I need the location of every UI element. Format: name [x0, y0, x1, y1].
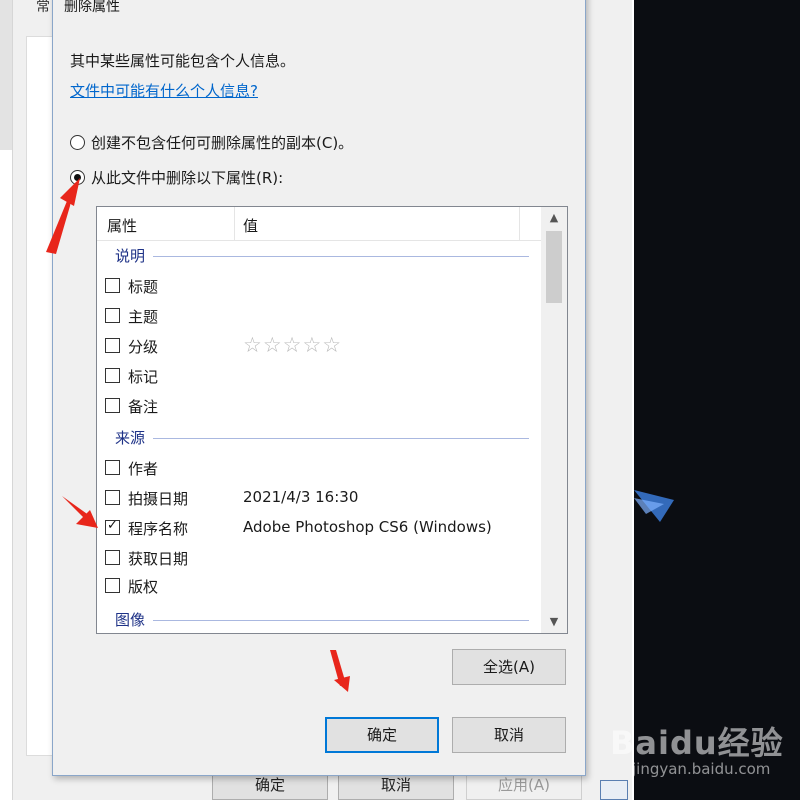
checkbox[interactable]	[105, 578, 120, 593]
property-row-subject[interactable]: 主题	[97, 303, 541, 329]
property-row-date-taken[interactable]: 拍摄日期 2021/4/3 16:30	[97, 485, 541, 511]
group-header-origin: 来源	[97, 427, 541, 449]
ok-button[interactable]: 确定	[325, 717, 439, 753]
list-header: 属性 值	[97, 207, 541, 241]
cancel-button[interactable]: 取消	[452, 717, 566, 753]
radio-remove-properties[interactable]: 从此文件中删除以下属性(R):	[70, 167, 283, 188]
annotation-arrow-radio	[46, 178, 80, 254]
checkbox[interactable]	[105, 278, 120, 293]
property-row-title[interactable]: 标题	[97, 273, 541, 299]
dialog-title: 删除属性	[64, 0, 120, 15]
checkbox[interactable]	[105, 338, 120, 353]
group-divider-line	[153, 438, 529, 439]
rating-stars-icon: ☆☆☆☆☆	[243, 333, 343, 357]
checkbox[interactable]	[105, 490, 120, 505]
property-row-date-acquired[interactable]: 获取日期	[97, 545, 541, 571]
property-name: 获取日期	[128, 550, 189, 568]
annotation-arrow-ok	[330, 650, 350, 692]
personal-info-help-link[interactable]: 文件中可能有什么个人信息?	[70, 80, 258, 101]
checkbox[interactable]	[105, 550, 120, 565]
property-row-tags[interactable]: 标记	[97, 363, 541, 389]
properties-list[interactable]: 属性 值 说明 标题 主题 分级 ☆☆☆☆☆ 标记 备注 来源 作者 拍摄日期	[96, 206, 568, 634]
radio-button-circle[interactable]	[70, 135, 85, 150]
background-panel	[0, 0, 12, 150]
select-all-button[interactable]: 全选(A)	[452, 649, 566, 685]
checkbox-checked[interactable]	[105, 518, 120, 535]
property-name: 主题	[128, 308, 159, 326]
desktop-background	[634, 0, 800, 800]
property-row-author[interactable]: 作者	[97, 455, 541, 481]
property-name: 标记	[128, 368, 159, 386]
scrollbar-thumb[interactable]	[546, 231, 562, 303]
column-divider[interactable]	[519, 207, 520, 241]
property-name: 标题	[128, 278, 159, 296]
checkbox[interactable]	[105, 308, 120, 323]
radio-create-copy[interactable]: 创建不包含任何可删除属性的副本(C)。	[70, 132, 353, 153]
column-header-value[interactable]: 值	[243, 215, 258, 236]
property-name: 拍摄日期	[128, 490, 189, 508]
property-row-copyright[interactable]: 版权	[97, 573, 541, 599]
group-label: 说明	[115, 247, 146, 265]
property-row-rating[interactable]: 分级 ☆☆☆☆☆	[97, 333, 541, 359]
group-header-description: 说明	[97, 245, 541, 267]
property-row-comments[interactable]: 备注	[97, 393, 541, 419]
parent-window-tab[interactable]: 常	[36, 0, 50, 14]
property-value: 2021/4/3 16:30	[243, 488, 359, 506]
property-name: 程序名称	[128, 520, 189, 538]
property-row-program-name[interactable]: 程序名称 Adobe Photoshop CS6 (Windows)	[97, 515, 541, 541]
checkbox[interactable]	[105, 460, 120, 475]
property-name: 备注	[128, 398, 159, 416]
property-name: 分级	[128, 338, 159, 356]
baidu-watermark-url: jingyan.baidu.com	[632, 760, 771, 778]
desktop-light-streak	[634, 490, 674, 522]
scroll-up-arrow-icon[interactable]: ▲	[541, 207, 567, 229]
group-divider-line	[153, 620, 529, 621]
intro-text: 其中某些属性可能包含个人信息。	[70, 52, 296, 70]
group-label: 图像	[115, 611, 146, 629]
baidu-watermark-logo: Baidu经验	[610, 724, 784, 762]
group-header-image: 图像	[97, 609, 541, 631]
vertical-scrollbar[interactable]: ▲ ▼	[541, 207, 567, 633]
checkbox[interactable]	[105, 368, 120, 383]
property-name: 作者	[128, 460, 159, 478]
property-value: Adobe Photoshop CS6 (Windows)	[243, 518, 492, 536]
radio-create-copy-label: 创建不包含任何可删除属性的副本(C)。	[91, 134, 354, 152]
column-header-property[interactable]: 属性	[107, 215, 137, 236]
property-name: 版权	[128, 578, 159, 596]
checkbox[interactable]	[105, 398, 120, 413]
taskbar-window-icon[interactable]	[600, 780, 628, 800]
column-divider[interactable]	[234, 207, 235, 241]
radio-remove-properties-label: 从此文件中删除以下属性(R):	[91, 169, 284, 187]
scroll-down-arrow-icon[interactable]: ▼	[541, 611, 567, 633]
group-divider-line	[153, 256, 529, 257]
group-label: 来源	[115, 429, 146, 447]
annotation-arrow-program-name	[62, 496, 98, 528]
